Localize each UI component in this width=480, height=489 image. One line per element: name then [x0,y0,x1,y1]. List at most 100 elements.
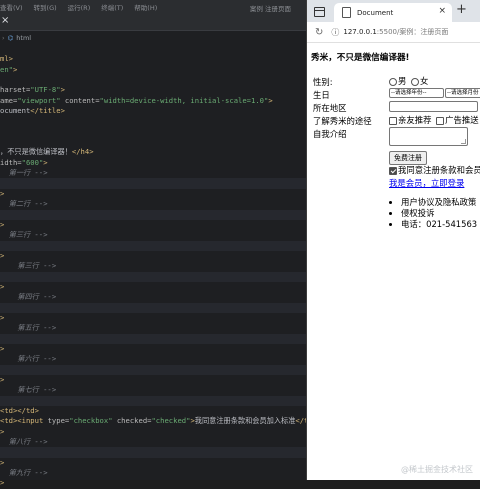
reload-icon[interactable]: ↻ [315,27,323,38]
code-line[interactable]: 第一行 --> [0,168,306,178]
code-token: "UTF-8" [30,85,61,95]
region-input[interactable] [389,101,478,112]
code-editor: 查看(V) 转到(G) 运行(R) 终端(T) 帮助(H) 案例 注册页面 × … [0,0,306,487]
close-icon[interactable]: × [1,15,9,26]
code-line[interactable]: > [0,313,306,323]
code-line[interactable] [0,240,306,251]
code-line[interactable]: 第三行 --> [0,230,306,240]
register-button[interactable]: 免费注册 [389,151,427,165]
birthday-label: 生日 [313,90,330,100]
intro-label: 自我介绍 [313,129,347,139]
code-line[interactable]: > [0,282,306,292]
breadcrumb-item[interactable]: html [16,34,31,42]
friend-checkbox[interactable] [389,116,397,125]
code-token: content= [60,95,100,105]
code-token: </title> [30,106,65,116]
menu-terminal[interactable]: 终端(T) [101,2,123,12]
close-tab-icon[interactable]: × [438,6,446,16]
code-line[interactable]: ocument</title> [0,106,306,116]
window-icon[interactable] [314,7,325,17]
code-token: </h4> [71,147,94,157]
code-line[interactable] [0,271,306,282]
intro-textarea[interactable] [389,127,468,146]
male-radio[interactable] [389,77,397,86]
friend-label: 亲友推荐 [398,115,432,125]
code-line[interactable]: 第六行 --> [0,354,306,364]
html-tag-icon: ⌬ [7,33,14,42]
code-token: 第一行 --> [0,168,48,178]
browser-tab[interactable]: Document × [334,3,452,22]
code-line[interactable]: ame="viewport" content="width=device-wid… [0,96,306,106]
code-line[interactable]: > [0,427,306,437]
agree-checkbox[interactable] [389,166,397,175]
new-tab-icon[interactable]: + [456,2,467,17]
menu-help[interactable]: 帮助(H) [134,2,157,12]
code-line[interactable]: > [0,251,306,261]
code-line[interactable] [0,395,306,407]
code-line[interactable]: harset="UTF-8"> [0,85,306,95]
code-token: harset= [0,85,31,95]
menu-run[interactable]: 运行(R) [68,2,91,12]
menu-goto[interactable]: 转到(G) [34,2,57,12]
code-area[interactable]: ml> en"> harset="UTF-8"> ame="viewport" con… [0,44,306,489]
code-line[interactable]: 第二行 --> [0,199,306,209]
month-select[interactable]: --请选择月份 [445,88,480,98]
region-label: 所在地区 [313,103,347,113]
code-line[interactable]: <td><input type="checkbox" checked="chec… [0,416,306,426]
code-token: 第九行 --> [0,468,48,478]
code-line[interactable]: ，不只是微信编译器！</h4> [0,147,306,157]
code-token: <td></td> [0,406,39,416]
code-line[interactable] [0,44,306,54]
code-line[interactable] [0,75,306,85]
code-token: 第四行 --> [0,292,57,302]
code-line[interactable]: > [0,375,306,385]
browser-tab-strip: Document × + [307,0,480,22]
login-row: 我是会员，立即登录 [311,177,477,193]
code-line[interactable]: 第五行 --> [0,323,306,333]
code-token: ocument [0,106,31,116]
code-line[interactable]: > [0,344,306,354]
year-select[interactable]: --请选择年份-- [389,88,444,98]
ad-label: 广告推送 [445,115,479,125]
code-line[interactable] [0,209,306,220]
code-line[interactable] [0,178,306,189]
code-line[interactable]: > [0,458,306,468]
code-token: type= [47,416,70,426]
ad-checkbox[interactable] [436,116,445,125]
login-link[interactable]: 我是会员，立即登录 [389,178,464,188]
code-line[interactable]: ml> [0,54,306,64]
code-line[interactable]: > [0,189,306,199]
code-line[interactable] [0,302,306,313]
code-line[interactable]: idth="600"> [0,158,306,168]
register-form: 性别: 男 女 生日 --请选择年份-- --请选择月份 所在地区 了解秀米的途径 [311,75,480,230]
code-line[interactable] [0,116,306,126]
code-line[interactable]: 第九行 --> [0,468,306,478]
code-line[interactable]: 第八行 --> [0,437,306,447]
code-token: > [0,188,5,198]
chevron-right-icon: › [2,33,5,42]
info-icon[interactable]: ⓘ [331,27,339,38]
code-token: 第五行 --> [0,323,57,333]
code-line[interactable]: > [0,220,306,230]
region-row: 所在地区 [311,101,478,114]
gender-row: 性别: 男 女 [311,75,477,88]
menu-view[interactable]: 查看(V) [0,2,23,12]
code-line[interactable] [0,333,306,344]
tab-title: Document [357,8,394,17]
code-line[interactable]: 第三行 --> [0,261,306,271]
agree-label: 我同意注册条款和会员 [398,165,480,175]
code-token: "checked" [151,416,191,426]
watermark: @稀土掘金技术社区 [401,465,473,474]
url-field[interactable]: 127.0.0.1:5500/案例：注册页面 [343,27,448,37]
code-token: > [0,219,5,229]
female-radio[interactable] [411,77,420,86]
code-line[interactable] [0,364,306,375]
code-line[interactable]: 第四行 --> [0,292,306,302]
code-line[interactable]: en"> [0,65,306,75]
code-line[interactable]: 第七行 --> [0,385,306,395]
code-line[interactable] [0,447,306,458]
footer-list: 用户协议及隐私政策 侵权投诉 电话：021-541563 [379,197,477,230]
code-line[interactable] [0,137,306,147]
code-line[interactable]: <td></td> [0,406,306,416]
code-line[interactable] [0,127,306,137]
